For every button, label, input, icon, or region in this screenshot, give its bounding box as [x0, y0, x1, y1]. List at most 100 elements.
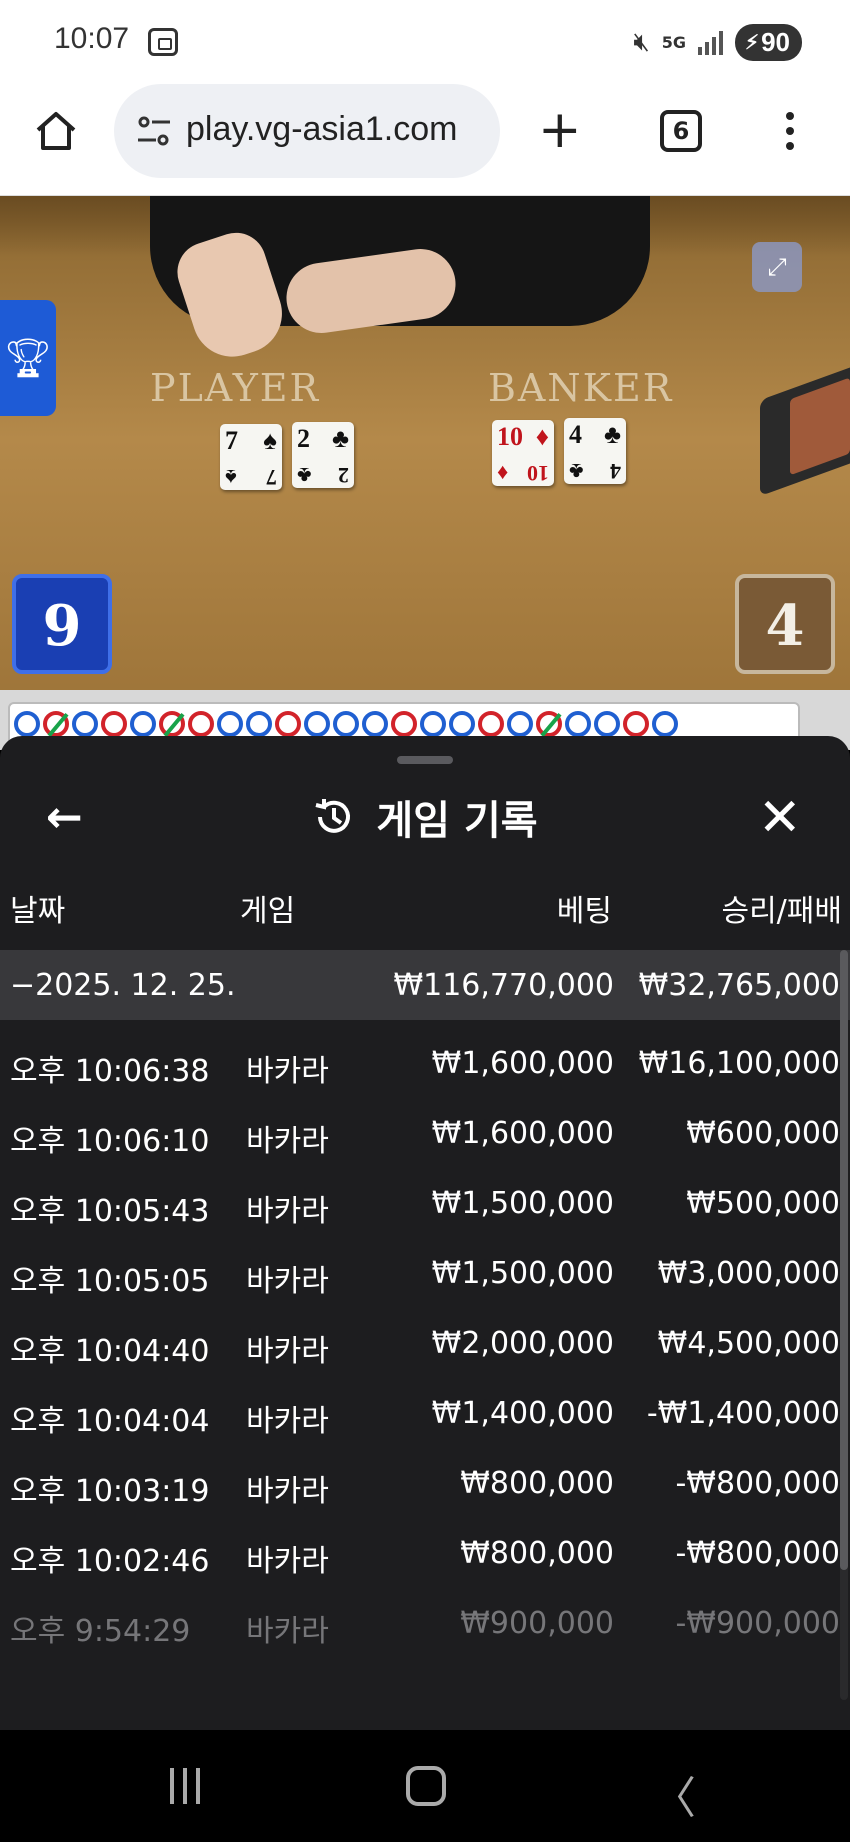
network-label: 5G [661, 32, 687, 52]
row-result: ₩16,100,000 [638, 1046, 840, 1081]
bead-road-mark [72, 711, 98, 737]
bead-road-mark [275, 711, 301, 737]
row-game: 바카라 [246, 1334, 329, 1369]
more-vert-icon[interactable] [786, 112, 796, 152]
row-bet: ₩900,000 [460, 1606, 614, 1641]
card-suit: ♦ [535, 422, 549, 451]
signal-icon [698, 30, 724, 55]
nav-home-icon[interactable] [406, 1766, 446, 1806]
row-result: ₩600,000 [686, 1116, 840, 1151]
row-result: ₩3,000,000 [657, 1256, 840, 1291]
card-shoe [760, 363, 850, 497]
system-nav-bar: 〈 [0, 1730, 850, 1842]
card-suit: ♣ [603, 420, 621, 449]
bead-road-mark [159, 711, 185, 737]
playing-card: 10 ♦ 10 ♦ [492, 420, 554, 486]
row-bet: ₩1,600,000 [431, 1046, 614, 1081]
row-result: -₩1,400,000 [646, 1396, 840, 1431]
history-row[interactable]: 오후 10:04:04 바카라 ₩1,400,000 -₩1,400,000 [0, 1376, 850, 1446]
tune-icon[interactable] [136, 114, 172, 148]
row-time: 오후 10:05:43 [10, 1194, 210, 1229]
history-row[interactable]: 오후 10:06:38 바카라 ₩1,600,000 ₩16,100,000 [0, 1026, 850, 1096]
status-bar: 10:07 🔇︎ 5G ⚡︎ 90 [0, 0, 850, 84]
mute-icon: 🔇︎ [633, 27, 650, 57]
card-rank: 7 [225, 426, 238, 455]
table-header: 날짜 게임 베팅 승리/패배 [0, 886, 850, 936]
row-bet: ₩1,500,000 [431, 1186, 614, 1221]
column-bet: 베팅 [556, 894, 612, 929]
bead-road-mark [449, 711, 475, 737]
bead-road-mark [594, 711, 620, 737]
address-bar[interactable]: play.vg-asia1.com [114, 84, 500, 178]
home-icon[interactable] [32, 106, 80, 154]
history-row[interactable]: 오후 9:54:29 바카라 ₩900,000 -₩900,000 [0, 1586, 850, 1656]
column-win-loss: 승리/패배 [721, 894, 842, 929]
nav-back-icon[interactable]: 〈 [652, 1762, 696, 1826]
card-rank: 4 [569, 420, 582, 449]
date-group-row[interactable]: −2025. 12. 25. ₩116,770,000 ₩32,765,000 [0, 950, 850, 1020]
row-game: 바카라 [246, 1474, 329, 1509]
bead-road-mark [14, 711, 40, 737]
row-bet: ₩1,600,000 [431, 1116, 614, 1151]
bead-road-mark [130, 711, 156, 737]
bead-road-mark [420, 711, 446, 737]
column-game: 게임 [240, 894, 296, 929]
row-time: 오후 10:02:46 [10, 1544, 210, 1579]
card-suit: ♦ [497, 461, 509, 486]
history-list: 오후 10:06:38 바카라 ₩1,600,000 ₩16,100,000 오후 10… [0, 1026, 850, 1656]
row-game: 바카라 [246, 1054, 329, 1089]
row-game: 바카라 [246, 1264, 329, 1299]
bead-road-mark [362, 711, 388, 737]
row-result: ₩4,500,000 [657, 1326, 840, 1361]
status-icons: 🔇︎ 5G ⚡︎ 90 [633, 24, 802, 61]
row-bet: ₩800,000 [460, 1536, 614, 1571]
card-rank: 4 [610, 459, 621, 484]
row-result: ₩500,000 [686, 1186, 840, 1221]
battery-level: 90 [761, 27, 790, 57]
fullscreen-icon[interactable]: ⤢ [752, 242, 802, 292]
plus-icon[interactable]: + [538, 104, 582, 156]
playing-card: 7 ♠ 7 ♠ [220, 424, 282, 490]
live-game-video: PLAYER BANKER 7 ♠ 7 ♠ 2 ♣ 2 ♣ 10 ♦ 10 ♦ 4 ♣ 4 ♣ ⤢ 🏆︎ 9… [0, 196, 850, 736]
history-icon [315, 799, 351, 833]
row-game: 바카라 [246, 1544, 329, 1579]
row-bet: ₩1,400,000 [431, 1396, 614, 1431]
battery-indicator: ⚡︎ 90 [735, 24, 802, 61]
history-row[interactable]: 오후 10:06:10 바카라 ₩1,600,000 ₩600,000 [0, 1096, 850, 1166]
bead-road-mark [478, 711, 504, 737]
tabs-icon[interactable]: 6 [660, 110, 702, 152]
row-bet: ₩800,000 [460, 1466, 614, 1501]
card-suit: ♠ [225, 465, 237, 490]
panel-title: 게임 기록 [0, 788, 850, 846]
banker-score: 4 [735, 574, 835, 674]
history-row[interactable]: 오후 10:05:43 바카라 ₩1,500,000 ₩500,000 [0, 1166, 850, 1236]
history-row[interactable]: 오후 10:03:19 바카라 ₩800,000 -₩800,000 [0, 1446, 850, 1516]
card-rank: 7 [266, 465, 277, 490]
close-icon[interactable]: ✕ [758, 788, 802, 848]
bead-road-mark [188, 711, 214, 737]
group-date: −2025. 12. 25. [10, 968, 236, 1003]
panel-title-text: 게임 기록 [376, 798, 538, 844]
row-time: 오후 10:03:19 [10, 1474, 210, 1509]
row-result: -₩800,000 [675, 1466, 840, 1501]
row-time: 오후 10:05:05 [10, 1264, 210, 1299]
bead-road-mark [536, 711, 562, 737]
bead-road-mark [391, 711, 417, 737]
history-row[interactable]: 오후 10:05:05 바카라 ₩1,500,000 ₩3,000,000 [0, 1236, 850, 1306]
scrollbar[interactable] [840, 950, 848, 1700]
banker-label: BANKER [488, 366, 674, 410]
game-history-panel: ← 게임 기록 ✕ 날짜 게임 베팅 승리/패배 −2025. 12. 25. … [0, 736, 850, 1730]
bead-road-mark [333, 711, 359, 737]
recent-apps-icon[interactable] [170, 1768, 200, 1804]
history-row[interactable]: 오후 10:04:40 바카라 ₩2,000,000 ₩4,500,000 [0, 1306, 850, 1376]
history-row[interactable]: 오후 10:02:46 바카라 ₩800,000 -₩800,000 [0, 1516, 850, 1586]
card-rank: 2 [338, 463, 349, 488]
trophy-icon[interactable]: 🏆︎ [0, 300, 56, 416]
drag-handle[interactable] [397, 756, 453, 764]
card-rank: 10 [527, 461, 549, 486]
card-suit: ♣ [331, 424, 349, 453]
group-bet-total: ₩116,770,000 [393, 968, 614, 1003]
bead-road-mark [246, 711, 272, 737]
charging-icon: ⚡︎ [745, 32, 760, 54]
card-rank: 10 [497, 422, 523, 451]
